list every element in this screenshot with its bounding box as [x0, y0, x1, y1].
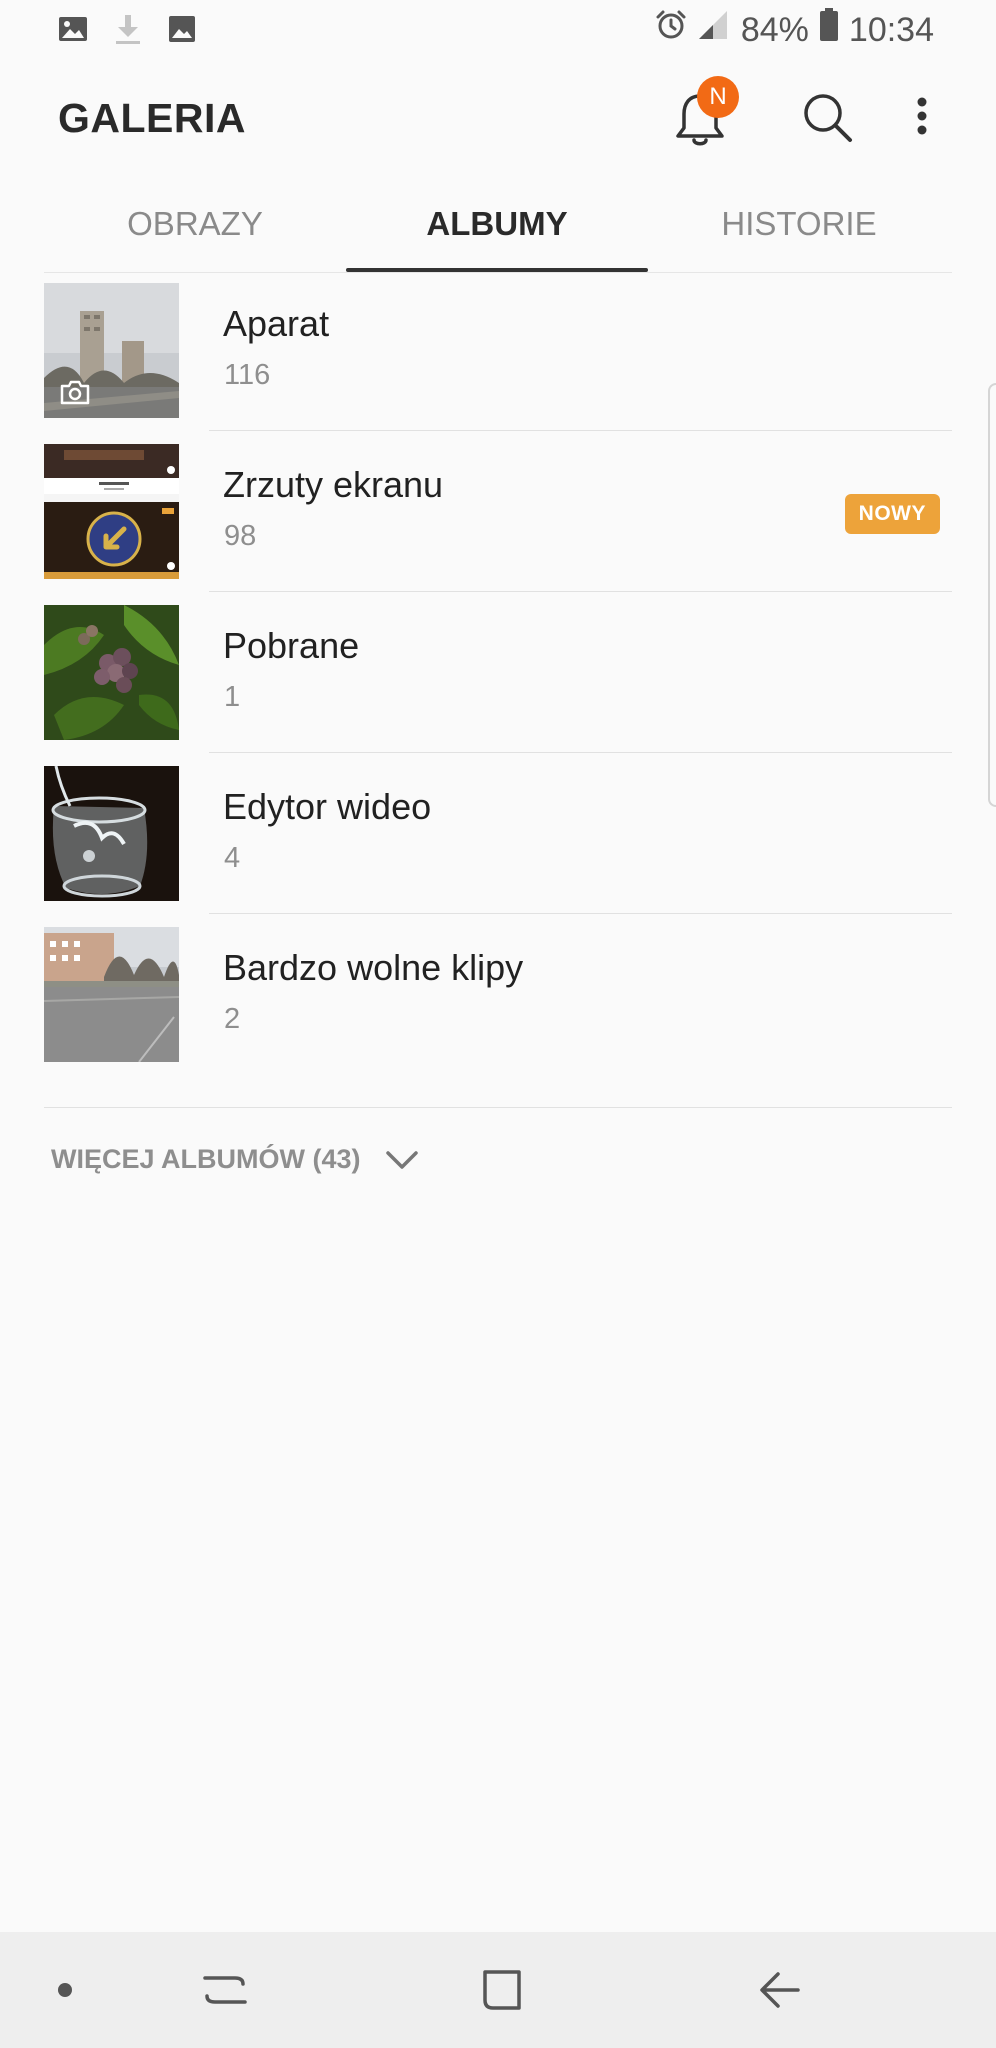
- tab-historie[interactable]: HISTORIE: [648, 190, 950, 272]
- back-arrow-icon: [760, 1972, 800, 2008]
- album-item[interactable]: Bardzo wolne klipy 2: [44, 927, 952, 1088]
- status-system-icons: 84% 10:34: [655, 8, 934, 52]
- album-item[interactable]: Zrzuty ekranu 98 NOWY: [44, 444, 952, 605]
- new-badge: NOWY: [844, 494, 940, 534]
- alarm-icon: [655, 9, 687, 51]
- signal-icon: [697, 9, 731, 51]
- tab-selected-indicator: [346, 268, 648, 272]
- divider: [209, 913, 952, 914]
- back-button[interactable]: [735, 1932, 825, 2048]
- tab-obrazy[interactable]: OBRAZY: [44, 190, 346, 272]
- album-name: Aparat: [223, 303, 330, 344]
- album-count: 98: [224, 520, 257, 552]
- status-notification-icons: [58, 13, 196, 45]
- album-thumbnail: [44, 444, 179, 579]
- more-albums-label: WIĘCEJ ALBUMÓW (43): [51, 1144, 361, 1174]
- status-bar: 84% 10:34: [0, 0, 996, 58]
- camera-icon: [60, 380, 90, 405]
- more-vert-icon: [917, 97, 927, 135]
- page-title: GALERIA: [58, 95, 246, 141]
- divider: [209, 752, 952, 753]
- more-options-button[interactable]: [906, 92, 938, 148]
- gallery-icon: [58, 14, 88, 44]
- chevron-down-icon: [385, 1150, 418, 1169]
- album-thumbnail: [44, 605, 179, 740]
- album-count: 116: [224, 359, 271, 391]
- clock: 10:34: [848, 11, 934, 49]
- more-albums-section: WIĘCEJ ALBUMÓW (43): [44, 1107, 952, 1174]
- navigation-bar: [0, 1932, 996, 2048]
- battery-icon: [819, 8, 839, 52]
- home-square-icon: [483, 1970, 521, 2010]
- tab-bar: OBRAZY ALBUMY HISTORIE: [44, 190, 952, 273]
- divider: [209, 591, 952, 592]
- search-icon: [804, 94, 852, 142]
- notification-badge: N: [697, 76, 739, 118]
- divider: [209, 430, 952, 431]
- album-thumbnail: [44, 927, 179, 1062]
- search-button[interactable]: [800, 90, 856, 146]
- album-thumbnail: [44, 766, 179, 901]
- image-icon: [168, 15, 196, 43]
- recent-apps-icon: [203, 1976, 247, 2004]
- nav-dot-button[interactable]: [40, 1932, 90, 2048]
- album-count: 2: [224, 1003, 241, 1035]
- dot-icon: [58, 1983, 72, 1997]
- album-item[interactable]: Edytor wideo 4: [44, 766, 952, 927]
- download-icon: [114, 13, 142, 45]
- album-item[interactable]: Pobrane 1: [44, 605, 952, 766]
- home-button[interactable]: [456, 1932, 546, 2048]
- app-bar: GALERIA: [0, 70, 996, 170]
- more-albums-button[interactable]: WIĘCEJ ALBUMÓW (43): [51, 1144, 419, 1175]
- album-list: Aparat 116 Zrzuty ekranu 98 NOWY Pobrane…: [44, 283, 952, 1088]
- album-name: Bardzo wolne klipy: [223, 947, 524, 988]
- tab-albumy[interactable]: ALBUMY: [346, 190, 648, 272]
- album-name: Pobrane: [223, 625, 360, 666]
- album-thumbnail: [44, 283, 179, 418]
- album-name: Zrzuty ekranu: [223, 464, 444, 505]
- battery-percent: 84%: [740, 11, 809, 49]
- album-count: 1: [224, 681, 241, 713]
- album-name: Edytor wideo: [223, 786, 432, 827]
- recent-apps-button[interactable]: [180, 1932, 270, 2048]
- edge-panel-handle[interactable]: [988, 383, 996, 807]
- album-count: 4: [224, 842, 241, 874]
- album-item[interactable]: Aparat 116: [44, 283, 952, 444]
